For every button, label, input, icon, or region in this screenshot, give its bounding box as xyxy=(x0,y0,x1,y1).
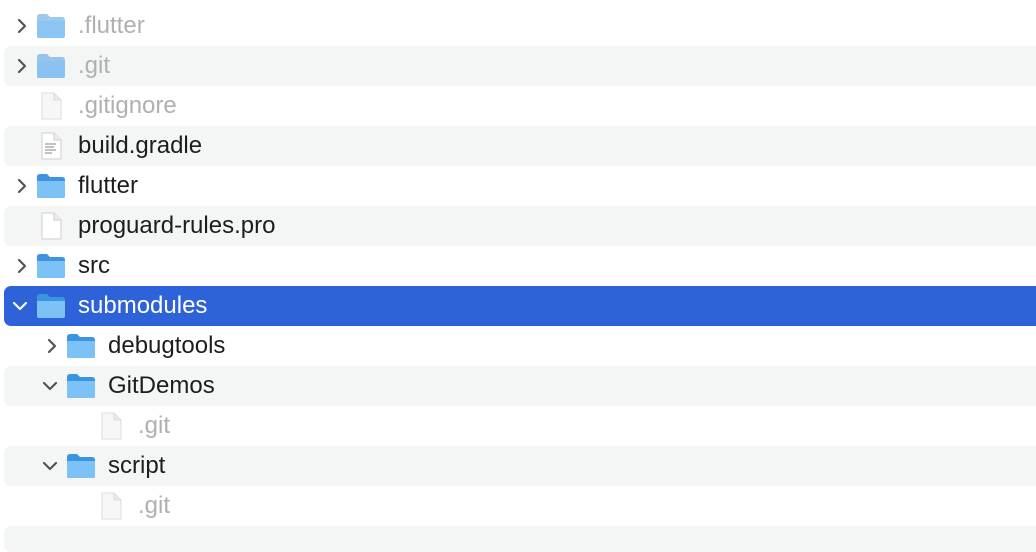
tree-item-label: .git xyxy=(138,412,171,439)
tree-item-label: src xyxy=(78,252,110,279)
tree-row-gitdemos[interactable]: GitDemos xyxy=(4,366,1036,406)
tree-row-build-gradle[interactable]: build.gradle xyxy=(4,126,1036,166)
file-icon xyxy=(38,212,64,240)
tree-item-label: script xyxy=(108,452,166,479)
empty-row xyxy=(4,526,1036,552)
tree-item-label: build.gradle xyxy=(78,132,203,159)
tree-item-label: .flutter xyxy=(78,12,145,39)
tree-item-label: .git xyxy=(138,492,171,519)
tree-row-proguard-rules[interactable]: proguard-rules.pro xyxy=(4,206,1036,246)
tree-item-label: proguard-rules.pro xyxy=(78,212,276,239)
folder-icon xyxy=(36,172,66,200)
tree-row-src[interactable]: src xyxy=(4,246,1036,286)
folder-icon xyxy=(36,252,66,280)
chevron-down-icon[interactable] xyxy=(12,298,28,314)
tree-item-label: .git xyxy=(78,52,111,79)
tree-row-submodules[interactable]: submodules xyxy=(4,286,1036,326)
folder-icon xyxy=(36,292,66,320)
file-tree: .flutter .git .gitignore build.gradle fl… xyxy=(0,0,1036,552)
chevron-right-icon[interactable] xyxy=(14,18,30,34)
file-icon xyxy=(98,412,124,440)
folder-icon xyxy=(66,372,96,400)
folder-icon xyxy=(66,452,96,480)
chevron-right-icon[interactable] xyxy=(44,338,60,354)
tree-item-label: .gitignore xyxy=(78,92,177,119)
chevron-down-icon[interactable] xyxy=(42,458,58,474)
folder-icon xyxy=(66,332,96,360)
file-icon xyxy=(98,492,124,520)
tree-row-flutter-hidden[interactable]: .flutter xyxy=(4,6,1036,46)
file-icon xyxy=(38,92,64,120)
tree-row-flutter[interactable]: flutter xyxy=(4,166,1036,206)
tree-row-git-hidden[interactable]: .git xyxy=(4,46,1036,86)
tree-row-gitdemos-git[interactable]: .git xyxy=(4,406,1036,446)
tree-item-label: submodules xyxy=(78,292,208,319)
tree-row-script[interactable]: script xyxy=(4,446,1036,486)
tree-row-script-git[interactable]: .git xyxy=(4,486,1036,526)
tree-row-debugtools[interactable]: debugtools xyxy=(4,326,1036,366)
tree-item-label: flutter xyxy=(78,172,139,199)
chevron-right-icon[interactable] xyxy=(14,258,30,274)
text-file-icon xyxy=(38,132,64,160)
folder-icon xyxy=(36,52,66,80)
tree-item-label: GitDemos xyxy=(108,372,215,399)
chevron-right-icon[interactable] xyxy=(14,178,30,194)
chevron-down-icon[interactable] xyxy=(42,378,58,394)
folder-icon xyxy=(36,12,66,40)
chevron-right-icon[interactable] xyxy=(14,58,30,74)
tree-item-label: debugtools xyxy=(108,332,226,359)
tree-row-gitignore[interactable]: .gitignore xyxy=(4,86,1036,126)
